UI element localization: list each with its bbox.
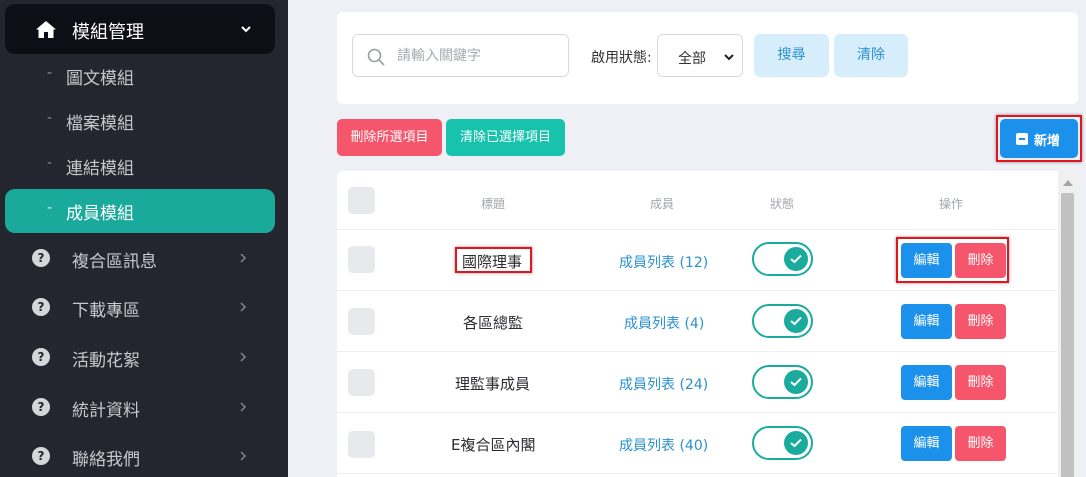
clear-search-button[interactable]: 清除 [834, 34, 908, 77]
row-divider [337, 473, 1058, 474]
chevron-down-icon [241, 26, 251, 33]
status-filter-value: 全部 [678, 51, 706, 67]
row-checkbox[interactable] [348, 369, 375, 396]
add-button[interactable]: 新增 [1000, 119, 1078, 158]
dash-marker: - [47, 155, 53, 171]
status-toggle[interactable] [752, 426, 813, 460]
search-button[interactable]: 搜尋 [754, 34, 829, 77]
check-icon [784, 431, 808, 455]
question-circle-icon: ? [32, 249, 50, 267]
delete-selected-button[interactable]: 刪除所選項目 [337, 119, 442, 156]
sidebar-subitem-member-module[interactable]: - 成員模組 [5, 189, 275, 233]
sidebar-subitem-label: 連結模組 [66, 159, 134, 179]
sidebar-item-district-news[interactable]: ? 複合區訊息 [5, 235, 275, 283]
row-title: 國際理事 [462, 253, 523, 271]
check-icon [784, 247, 808, 271]
member-list-link[interactable]: 成員列表 (12) [619, 252, 708, 272]
search-icon [367, 48, 385, 66]
row-divider [337, 351, 1058, 352]
sidebar-item-label: 下載專區 [72, 301, 140, 321]
status-toggle[interactable] [752, 242, 813, 276]
row-checkbox[interactable] [348, 431, 375, 458]
sidebar-item-label: 統計資料 [72, 401, 140, 421]
sidebar-subitem-link-module[interactable]: - 連結模組 [5, 144, 275, 188]
check-icon [784, 370, 808, 394]
row-title: E複合區內閣 [451, 436, 536, 454]
sidebar-item-event-highlights[interactable]: ? 活動花絮 [5, 334, 275, 382]
sidebar-subitem-label: 成員模組 [66, 204, 134, 224]
delete-button[interactable]: 刪除 [955, 365, 1006, 400]
chevron-right-icon [240, 253, 247, 263]
sidebar-subitem-label: 圖文模組 [66, 69, 134, 89]
chevron-right-icon [240, 352, 247, 362]
edit-button[interactable]: 編輯 [901, 304, 952, 339]
sidebar-subitem-graphic-module[interactable]: - 圖文模組 [5, 54, 275, 98]
sidebar-subitem-file-module[interactable]: - 檔案模組 [5, 99, 275, 143]
status-filter-label: 啟用狀態: [591, 50, 652, 66]
minus-square-icon [1016, 133, 1028, 145]
search-box [352, 34, 569, 77]
column-header-title: 標題 [481, 197, 506, 211]
sidebar-item-label: 活動花絮 [72, 351, 140, 371]
check-icon [784, 309, 808, 333]
delete-button[interactable]: 刪除 [955, 426, 1006, 461]
sidebar-item-label: 聯絡我們 [72, 450, 140, 470]
edit-button[interactable]: 編輯 [901, 243, 952, 278]
member-list-link[interactable]: 成員列表 (4) [624, 313, 704, 333]
member-list-link[interactable]: 成員列表 (24) [619, 374, 708, 394]
select-all-checkbox[interactable] [348, 187, 375, 214]
home-icon [36, 21, 56, 38]
sidebar-item-contact-us[interactable]: ? 聯絡我們 [5, 433, 275, 477]
chevron-down-icon [724, 54, 734, 61]
chevron-right-icon [240, 451, 247, 461]
sidebar: 模組管理 - 圖文模組 - 檔案模組 - 連結模組 - 成員模組 ? 複合區訊息… [0, 0, 288, 477]
row-divider [337, 290, 1058, 291]
question-circle-icon: ? [32, 398, 50, 416]
sidebar-header-label: 模組管理 [72, 22, 144, 43]
chevron-right-icon [240, 402, 247, 412]
table-scrollbar[interactable] [1058, 171, 1078, 477]
member-list-link[interactable]: 成員列表 (40) [619, 435, 708, 455]
question-circle-icon: ? [32, 298, 50, 316]
search-input[interactable] [397, 44, 562, 68]
delete-button[interactable]: 刪除 [955, 304, 1006, 339]
row-divider [337, 229, 1058, 230]
column-header-status: 狀態 [770, 197, 795, 211]
sidebar-item-downloads[interactable]: ? 下載專區 [5, 284, 275, 332]
sidebar-item-label: 複合區訊息 [72, 252, 157, 272]
status-toggle[interactable] [752, 365, 813, 399]
delete-button[interactable]: 刪除 [955, 243, 1006, 278]
question-circle-icon: ? [32, 447, 50, 465]
question-circle-icon: ? [32, 348, 50, 366]
status-filter-select[interactable]: 全部 [657, 34, 743, 77]
row-title: 各區總監 [463, 314, 524, 332]
sidebar-header-module-management[interactable]: 模組管理 [5, 4, 275, 54]
edit-button[interactable]: 編輯 [901, 426, 952, 461]
row-title: 理監事成員 [455, 375, 531, 393]
scroll-up-arrow-icon[interactable] [1063, 180, 1073, 186]
scroll-thumb[interactable] [1061, 193, 1074, 477]
search-panel: 啟用狀態: 全部 搜尋 清除 [337, 12, 1078, 104]
sidebar-item-statistics[interactable]: ? 統計資料 [5, 384, 275, 432]
dash-marker: - [47, 200, 53, 216]
row-checkbox[interactable] [348, 308, 375, 335]
dash-marker: - [47, 65, 53, 81]
column-header-member: 成員 [650, 197, 675, 211]
add-button-label: 新增 [1034, 134, 1061, 149]
column-header-actions: 操作 [939, 197, 964, 211]
row-divider [337, 412, 1058, 413]
sidebar-subitem-label: 檔案模組 [66, 114, 134, 134]
edit-button[interactable]: 編輯 [901, 365, 952, 400]
status-toggle[interactable] [752, 304, 813, 338]
clear-selected-button[interactable]: 清除已選擇項目 [446, 119, 565, 156]
dash-marker: - [47, 110, 53, 126]
row-checkbox[interactable] [348, 246, 375, 273]
chevron-right-icon [240, 302, 247, 312]
